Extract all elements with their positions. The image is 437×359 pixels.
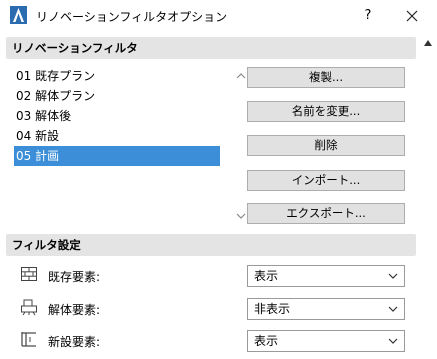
existing-elements-value: 表示	[254, 269, 279, 283]
close-icon[interactable]	[400, 5, 424, 27]
window-title: リノベーションフィルタオプション	[36, 10, 228, 24]
filter-list[interactable]: 01 既存プラン 02 解体プラン 03 解体後 04 新設 05 計画	[14, 66, 246, 226]
demolished-elements-label: 解体要素:	[48, 303, 101, 317]
new-element-icon	[21, 332, 36, 347]
existing-elements-label: 既存要素:	[48, 270, 101, 284]
title-bar: リノベーションフィルタオプション ?	[0, 0, 437, 32]
list-item-02[interactable]: 02 解体プラン	[14, 86, 220, 106]
new-elements-select[interactable]: 表示	[247, 330, 405, 352]
filter-list-items: 01 既存プラン 02 解体プラン 03 解体後 04 新設 05 計画	[14, 66, 220, 226]
new-elements-value: 表示	[254, 334, 279, 348]
demolished-elements-select[interactable]: 非表示	[247, 298, 405, 320]
list-item-05-selected[interactable]: 05 計画	[14, 146, 220, 166]
existing-elements-select[interactable]: 表示	[247, 265, 405, 287]
chevron-down-icon	[388, 273, 398, 279]
list-item-01[interactable]: 01 既存プラン	[14, 66, 220, 86]
import-button[interactable]: インポート...	[247, 170, 405, 191]
list-item-03[interactable]: 03 解体後	[14, 106, 220, 126]
demolish-icon	[21, 299, 37, 316]
chevron-down-icon	[388, 338, 398, 344]
archicad-app-icon	[10, 6, 27, 24]
help-button[interactable]: ?	[356, 6, 380, 26]
collapse-arrow-icon[interactable]	[424, 40, 432, 46]
scroll-up-arrow-icon[interactable]	[236, 72, 246, 80]
chevron-down-icon	[388, 306, 398, 312]
delete-button[interactable]: 削除	[247, 135, 405, 156]
demolished-elements-value: 非表示	[254, 302, 291, 316]
list-item-04[interactable]: 04 新設	[14, 126, 220, 146]
duplicate-button[interactable]: 複製...	[247, 67, 405, 88]
filter-settings-section-header[interactable]: フィルタ設定	[6, 234, 416, 256]
export-button[interactable]: エクスポート...	[247, 203, 405, 224]
existing-wall-icon	[21, 267, 37, 281]
renovation-filter-section-header[interactable]: リノベーションフィルタ	[6, 37, 416, 59]
new-elements-label: 新設要素:	[48, 335, 101, 349]
scroll-down-arrow-icon[interactable]	[236, 212, 246, 220]
rename-button[interactable]: 名前を変更...	[247, 101, 405, 122]
